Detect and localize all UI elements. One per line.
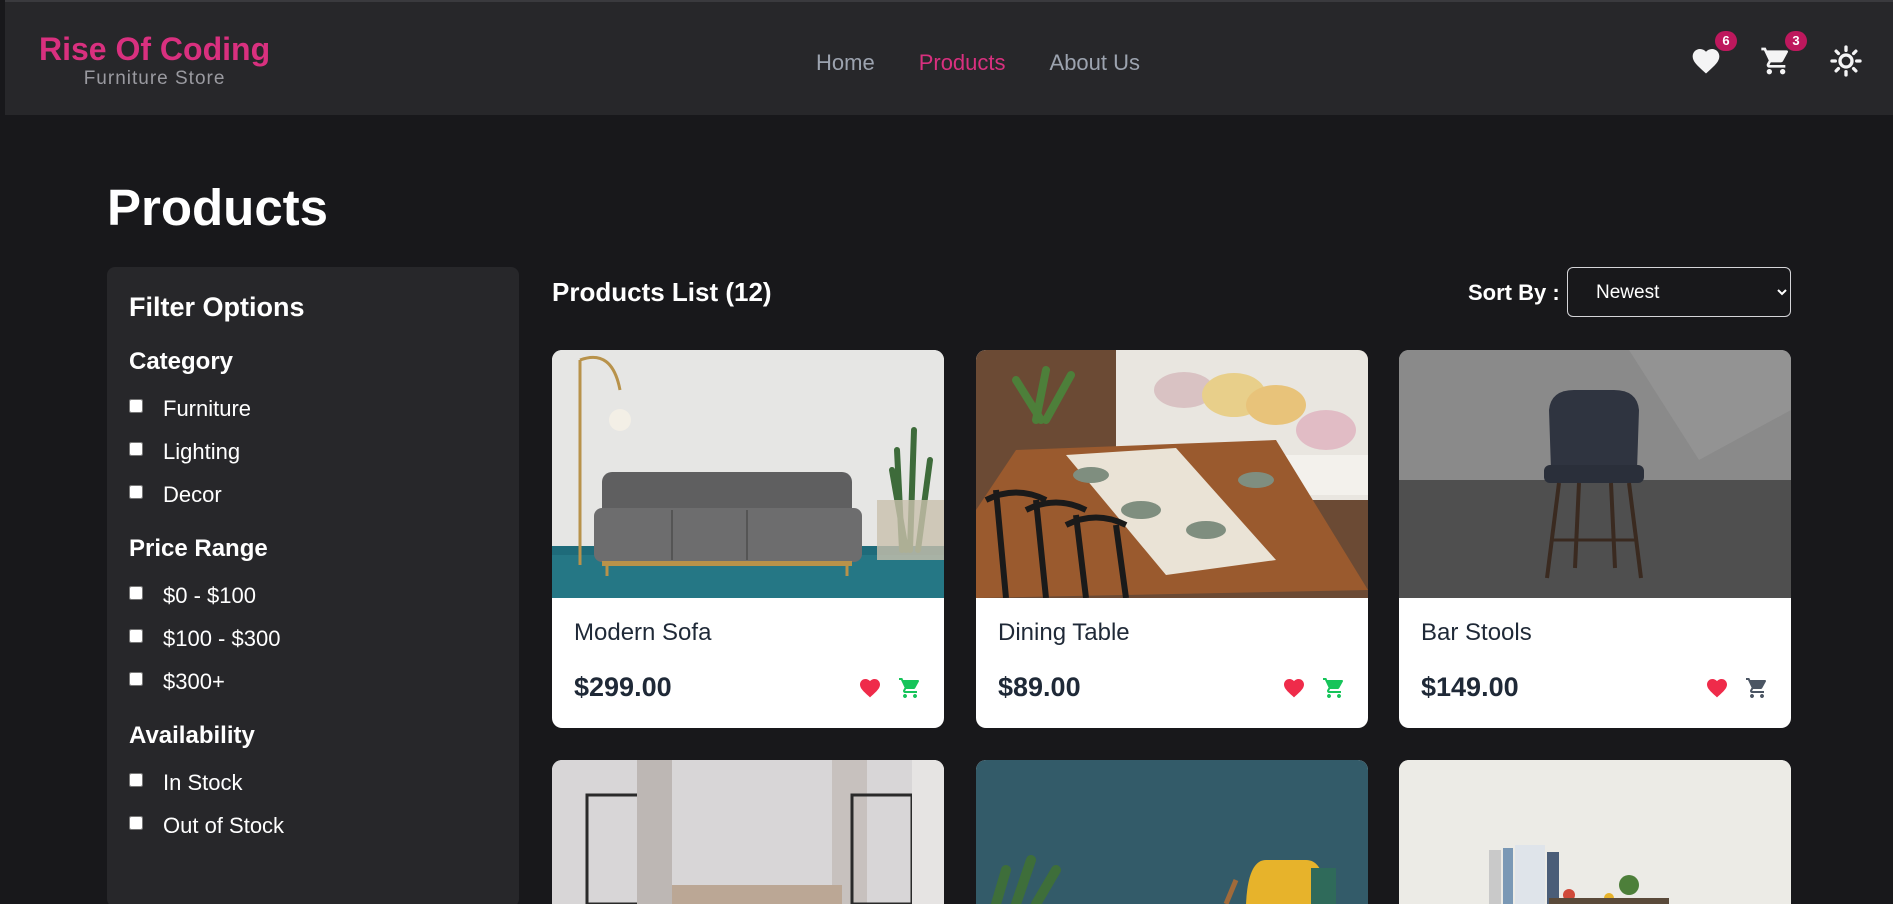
filter-option-lighting[interactable]: Lighting [129, 430, 497, 473]
filter-option-out-of-stock[interactable]: Out of Stock [129, 804, 497, 847]
filter-option-label: Furniture [163, 395, 252, 421]
decor-checkbox[interactable] [129, 484, 143, 499]
product-price: $149.00 [1421, 672, 1519, 702]
filter-panel: Filter Options Category Furniture Lighti… [107, 267, 519, 904]
product-card-body: Dining Table $89.00 [976, 598, 1368, 728]
nav-icons: 6 3 [1690, 31, 1893, 79]
product-card[interactable]: Dining Table $89.00 [976, 350, 1368, 728]
product-card[interactable]: Modern Sofa $299.00 [552, 350, 944, 728]
page-title: Products [107, 179, 329, 236]
heart-icon[interactable] [858, 676, 882, 700]
out-of-stock-checkbox[interactable] [129, 815, 143, 830]
cart-icon[interactable] [1322, 676, 1346, 700]
sort-select[interactable]: Newest [1567, 267, 1791, 317]
filter-option-label: $300+ [163, 668, 225, 694]
filter-option-in-stock[interactable]: In Stock [129, 761, 497, 804]
filter-option-price-100-300[interactable]: $100 - $300 [129, 617, 497, 660]
category-filter-group: Category Furniture Lighting Decor [129, 347, 497, 516]
product-actions [1282, 676, 1346, 700]
nav-link-home[interactable]: Home [816, 50, 875, 76]
product-name: Modern Sofa [574, 619, 712, 646]
cart-icon[interactable] [1745, 676, 1769, 700]
products-list-title: Products List (12) [552, 277, 772, 307]
filter-option-decor[interactable]: Decor [129, 473, 497, 516]
heart-icon[interactable] [1282, 676, 1306, 700]
brand-title: Rise Of Coding [39, 31, 271, 67]
product-image[interactable] [552, 760, 944, 904]
cart-button[interactable]: 3 [1760, 31, 1807, 79]
theme-toggle-button[interactable] [1830, 45, 1864, 79]
product-card[interactable] [552, 760, 944, 904]
sun-icon [1830, 45, 1862, 77]
price-filter-group: Price Range $0 - $100 $100 - $300 $300+ [129, 534, 497, 703]
category-filter-title: Category [129, 348, 234, 375]
availability-filter-title: Availability [129, 722, 255, 749]
cart-icon[interactable] [898, 676, 922, 700]
wishlist-button[interactable]: 6 [1690, 31, 1737, 79]
nav-link-products[interactable]: Products [919, 50, 1006, 76]
product-price-row: $299.00 [574, 672, 922, 703]
cart-icon [1761, 47, 1789, 75]
product-actions [858, 676, 922, 700]
filter-option-furniture[interactable]: Furniture [129, 387, 497, 430]
filter-option-label: Decor [163, 481, 222, 507]
price-0-100-checkbox[interactable] [129, 585, 143, 600]
product-price-row: $89.00 [998, 672, 1346, 703]
wishlist-count-badge: 6 [1715, 31, 1737, 51]
product-image[interactable] [1399, 760, 1791, 904]
in-stock-checkbox[interactable] [129, 772, 143, 787]
filter-option-label: Lighting [163, 438, 241, 464]
furniture-checkbox[interactable] [129, 398, 143, 413]
product-image-bar-stools[interactable] [1399, 350, 1791, 598]
product-card[interactable] [1399, 760, 1791, 904]
heart-icon[interactable] [1705, 676, 1729, 700]
product-image-modern-sofa[interactable] [552, 350, 944, 598]
nav-links: Home Products About Us [816, 50, 1140, 76]
product-image[interactable] [976, 760, 1368, 904]
top-navbar: Rise Of Coding Furniture Store Home Prod… [5, 0, 1893, 115]
product-actions [1705, 676, 1769, 700]
brand-logo[interactable]: Rise Of Coding Furniture Store [39, 30, 270, 90]
cart-count-badge: 3 [1785, 31, 1807, 51]
availability-filter-group: Availability In Stock Out of Stock [129, 721, 497, 847]
filter-option-price-300-plus[interactable]: $300+ [129, 660, 497, 703]
product-name: Dining Table [998, 619, 1130, 646]
filter-option-label: $100 - $300 [163, 625, 281, 651]
price-filter-title: Price Range [129, 535, 268, 562]
product-name: Bar Stools [1421, 619, 1532, 646]
filter-panel-title: Filter Options [129, 292, 305, 322]
nav-link-about[interactable]: About Us [1050, 50, 1141, 76]
product-price-row: $149.00 [1421, 672, 1769, 703]
filter-option-price-0-100[interactable]: $0 - $100 [129, 574, 497, 617]
price-100-300-checkbox[interactable] [129, 628, 143, 643]
product-card-body: Bar Stools $149.00 [1399, 598, 1791, 728]
price-300-plus-checkbox[interactable] [129, 671, 143, 686]
product-card[interactable] [976, 760, 1368, 904]
filter-option-label: In Stock [163, 769, 243, 795]
filter-option-label: $0 - $100 [163, 582, 256, 608]
product-card[interactable]: Bar Stools $149.00 [1399, 350, 1791, 728]
lighting-checkbox[interactable] [129, 441, 143, 456]
product-price: $89.00 [998, 672, 1081, 702]
brand-subtitle: Furniture Store [83, 68, 226, 89]
filter-option-label: Out of Stock [163, 812, 285, 838]
product-price: $299.00 [574, 672, 672, 702]
heart-icon [1692, 49, 1720, 74]
sort-label: Sort By : [1468, 280, 1560, 305]
product-image-dining-table[interactable] [976, 350, 1368, 598]
product-card-body: Modern Sofa $299.00 [552, 598, 944, 728]
